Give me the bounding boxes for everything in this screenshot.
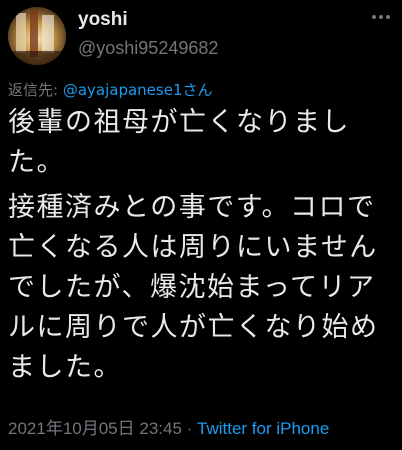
more-icon — [372, 15, 376, 19]
meta-separator: · — [181, 419, 198, 438]
avatar-image — [8, 7, 66, 65]
more-icon-dot — [386, 15, 390, 19]
tweet-text-line: 接種済みとの事です。コロで — [8, 192, 376, 223]
avatar[interactable] — [8, 7, 66, 65]
reply-mention-link[interactable]: @ayajapanese1さん — [63, 81, 213, 99]
more-button[interactable] — [366, 4, 396, 30]
tweet-text-line: 亡くなる人は周りにいません — [8, 232, 378, 263]
tweet-meta: 2021年10月05日 23:45 · Twitter for iPhone — [8, 418, 329, 440]
tweet-text-line: ました。 — [8, 352, 122, 383]
tweet-text-line: た。 — [8, 147, 65, 178]
reply-prefix: 返信先: — [8, 81, 63, 99]
display-name[interactable]: yoshi — [78, 9, 128, 31]
tweet: yoshi @yoshi95249682 返信先: @ayajapanese1さ… — [0, 0, 402, 450]
tweet-timestamp[interactable]: 2021年10月05日 23:45 — [8, 419, 182, 438]
tweet-text-line: ルに周りで人が亡くなり始め — [8, 312, 379, 343]
tweet-text: 後輩の祖母が亡くなりまし た。 接種済みとの事です。コロで 亡くなる人は周りにい… — [8, 103, 400, 388]
user-handle[interactable]: @yoshi95249682 — [78, 37, 218, 59]
tweet-text-line: 後輩の祖母が亡くなりまし — [8, 107, 350, 138]
more-icon-dot — [379, 15, 383, 19]
tweet-source-link[interactable]: Twitter for iPhone — [197, 419, 329, 438]
tweet-text-line: でしたが、爆沈始まってリア — [8, 272, 376, 303]
reply-context: 返信先: @ayajapanese1さん — [8, 80, 212, 100]
